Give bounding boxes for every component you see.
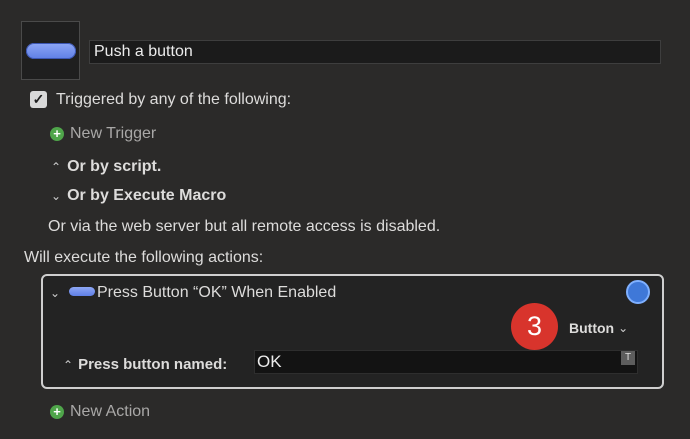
new-action-label: New Action xyxy=(70,403,151,420)
macro-icon-well[interactable] xyxy=(21,21,80,80)
step-badge: 3 xyxy=(511,303,558,350)
action-collapse-icon[interactable]: ⌄ xyxy=(50,284,60,302)
actions-heading: Will execute the following actions: xyxy=(24,249,264,266)
chevron-down-icon: ⌄ xyxy=(51,189,62,203)
new-trigger-label: New Trigger xyxy=(70,125,157,142)
press-button-label-text: Press button named: xyxy=(78,356,228,373)
add-icon: + xyxy=(50,127,64,141)
trigger-checkbox-label: Triggered by any of the following: xyxy=(56,91,292,108)
trigger-checkbox[interactable]: ✓ xyxy=(30,91,47,108)
action-button-icon xyxy=(69,287,95,296)
button-dropdown-label: Button xyxy=(569,320,615,336)
press-button-field-label: ⌃ Press button named: xyxy=(63,356,227,373)
button-dropdown[interactable]: Button ⌄ xyxy=(569,320,628,336)
token-menu-icon[interactable]: T xyxy=(621,351,635,365)
press-button-name-input[interactable]: OK xyxy=(254,350,638,374)
or-by-execute-macro-label: Or by Execute Macro xyxy=(67,187,227,204)
new-action-button[interactable]: + New Action xyxy=(50,403,150,421)
updown-chevron-icon: ⌃ xyxy=(51,160,62,174)
chevron-down-icon: ⌄ xyxy=(618,321,629,335)
or-by-execute-macro-disclosure[interactable]: ⌄ Or by Execute Macro xyxy=(51,187,226,205)
add-icon: + xyxy=(50,405,64,419)
new-trigger-button[interactable]: + New Trigger xyxy=(50,125,156,143)
updown-chevron-icon: ⌃ xyxy=(63,357,74,372)
action-title: Press Button “OK” When Enabled xyxy=(97,284,337,301)
or-by-script-label: Or by script. xyxy=(67,158,162,175)
macro-name-field[interactable]: Push a button xyxy=(89,40,661,64)
or-by-script-disclosure[interactable]: ⌃ Or by script. xyxy=(51,158,161,176)
gear-icon[interactable] xyxy=(626,280,650,304)
web-server-note: Or via the web server but all remote acc… xyxy=(48,218,441,235)
macro-button-icon xyxy=(26,43,76,59)
